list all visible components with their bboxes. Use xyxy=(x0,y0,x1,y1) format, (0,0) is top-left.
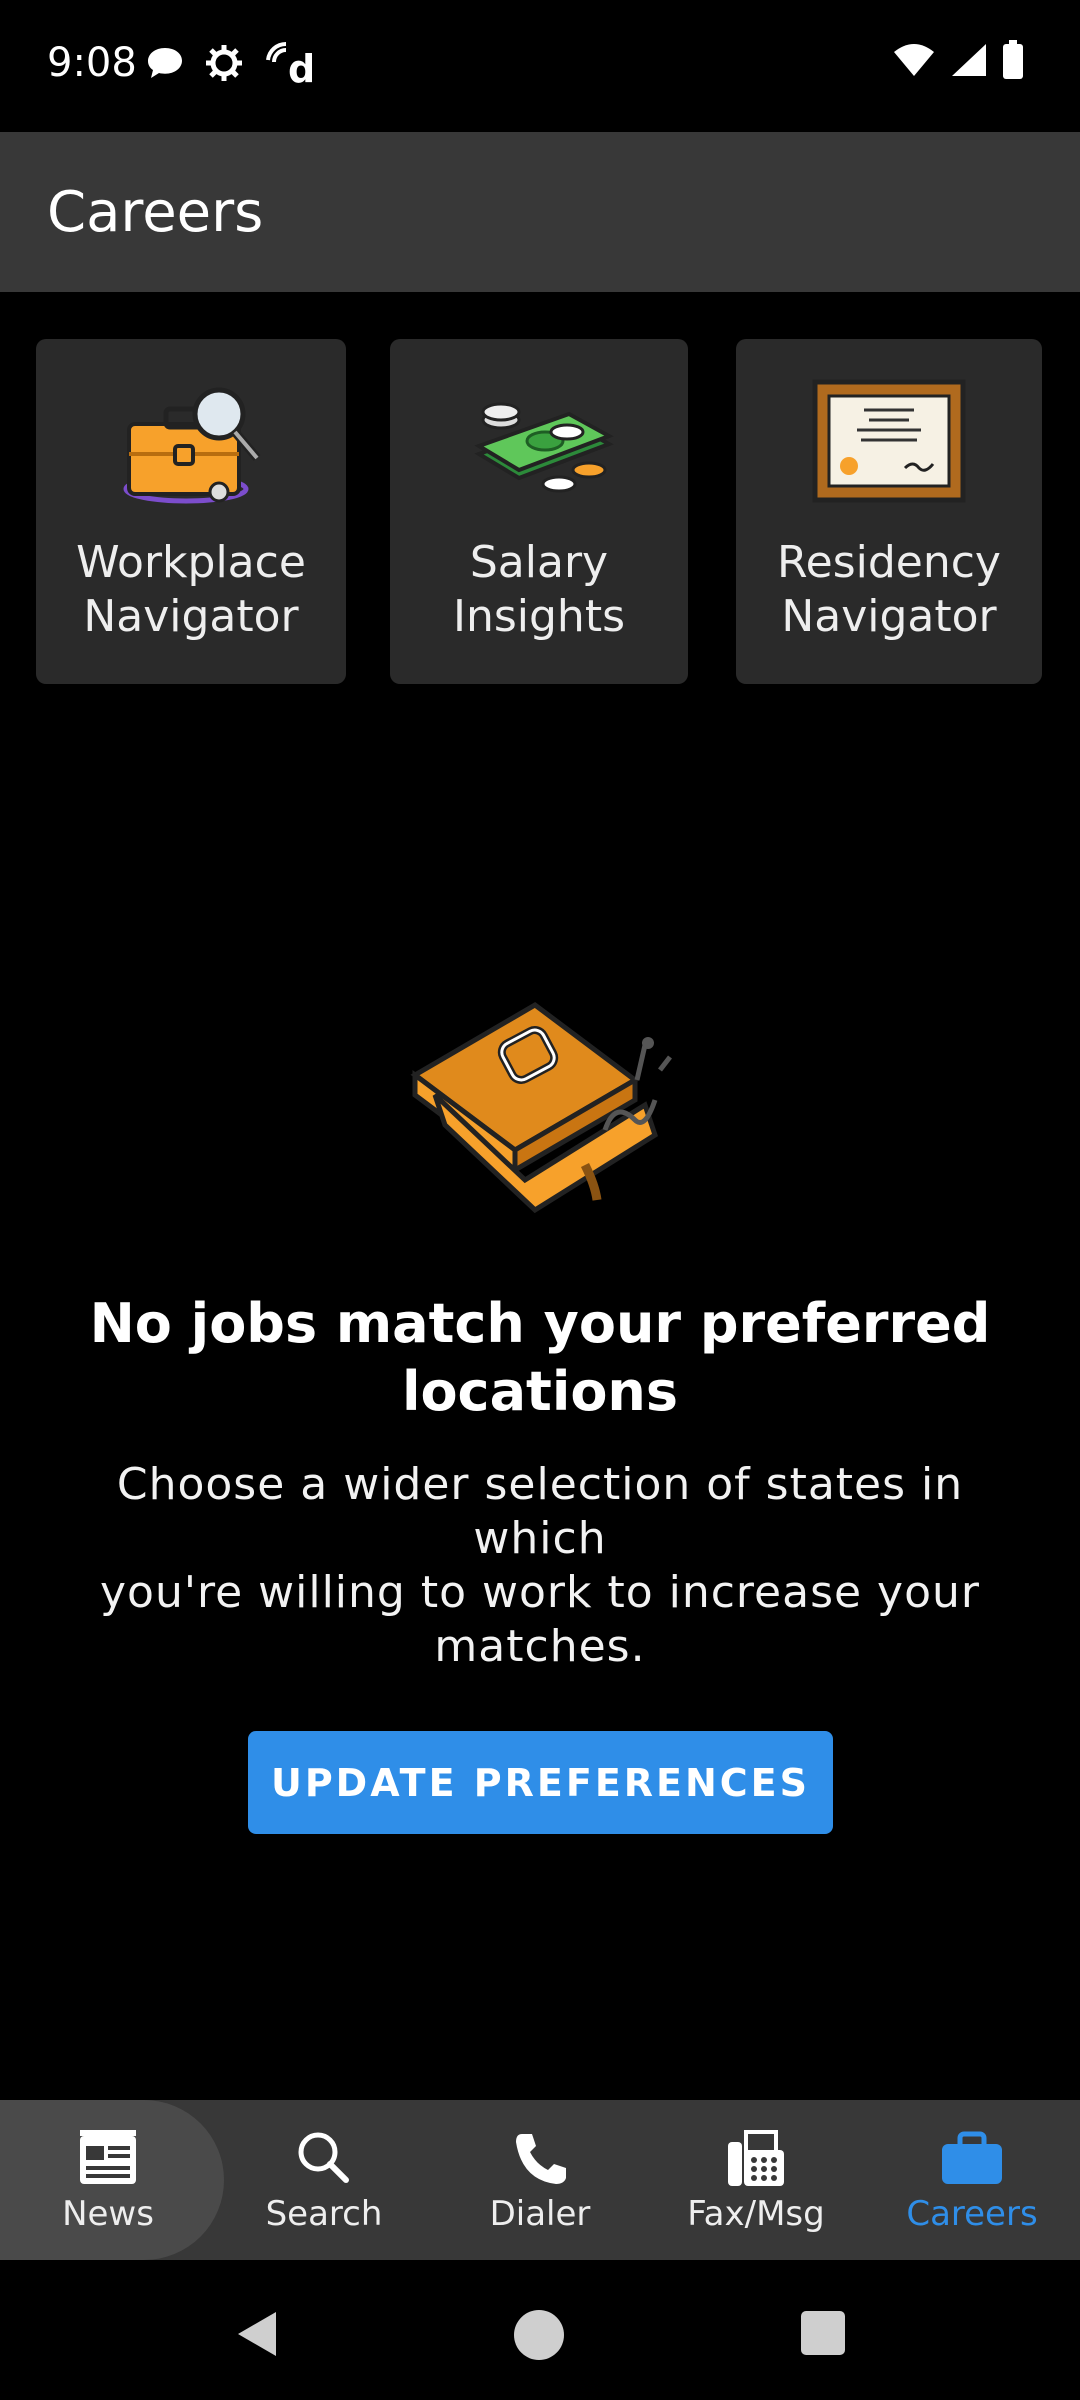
briefcase-illustration-icon xyxy=(410,1002,672,1214)
nav-label: Search xyxy=(265,2194,383,2234)
chat-bubble-icon xyxy=(148,48,182,78)
tile-salary-insights[interactable]: Salary Insights xyxy=(390,339,688,684)
tile-label: Salary Insights xyxy=(452,537,625,642)
tile-label: Workplace Navigator xyxy=(76,537,306,642)
nav-item-search[interactable]: Search xyxy=(216,2100,432,2260)
page-title: Careers xyxy=(47,180,264,245)
svg-text:d: d xyxy=(288,47,312,86)
back-icon[interactable] xyxy=(232,2308,280,2360)
status-icons-left: d xyxy=(146,40,312,86)
status-icons-right xyxy=(892,40,1024,80)
recents-icon[interactable] xyxy=(800,2310,846,2356)
nav-item-news[interactable]: News xyxy=(0,2100,216,2260)
app-bar: Careers xyxy=(0,132,1080,292)
nav-item-dialer[interactable]: Dialer xyxy=(432,2100,648,2260)
status-time: 9:08 xyxy=(47,40,137,86)
update-preferences-button[interactable]: UPDATE PREFERENCES xyxy=(248,1731,833,1834)
framed-certificate-icon xyxy=(812,379,966,503)
cash-coins-icon xyxy=(474,402,614,493)
nav-label: Fax/Msg xyxy=(687,2194,825,2234)
empty-state-message: Choose a wider selection of states in wh… xyxy=(100,1459,980,1672)
phone-icon xyxy=(516,2134,566,2184)
signal-icon xyxy=(952,44,986,76)
system-navigation-bar xyxy=(0,2260,1080,2400)
nav-item-fax-msg[interactable]: Fax/Msg xyxy=(648,2100,864,2260)
tile-label: Residency Navigator xyxy=(777,537,1001,642)
nav-label: Careers xyxy=(906,2194,1038,2234)
tile-residency-navigator[interactable]: Residency Navigator xyxy=(736,339,1042,684)
tile-workplace-navigator[interactable]: Workplace Navigator xyxy=(36,339,346,684)
search-icon xyxy=(298,2132,349,2183)
doximity-d-icon: d xyxy=(266,41,312,86)
empty-state-title: No jobs match your preferred locations xyxy=(89,1292,991,1423)
nav-label: News xyxy=(62,2194,154,2234)
fax-icon xyxy=(728,2130,784,2186)
wifi-icon xyxy=(894,44,934,76)
nav-label: Dialer xyxy=(489,2194,591,2234)
nav-item-careers[interactable]: Careers xyxy=(864,2100,1080,2260)
gear-icon xyxy=(206,45,242,81)
battery-icon xyxy=(1003,40,1023,79)
briefcase-magnifier-icon xyxy=(123,387,261,504)
newspaper-icon xyxy=(80,2130,136,2184)
briefcase-icon xyxy=(942,2131,1002,2184)
home-icon[interactable] xyxy=(512,2308,566,2362)
status-bar: 9:08 d xyxy=(0,0,1080,132)
bottom-navigation: News Search Dialer Fax/Msg Careers xyxy=(0,2100,1080,2260)
